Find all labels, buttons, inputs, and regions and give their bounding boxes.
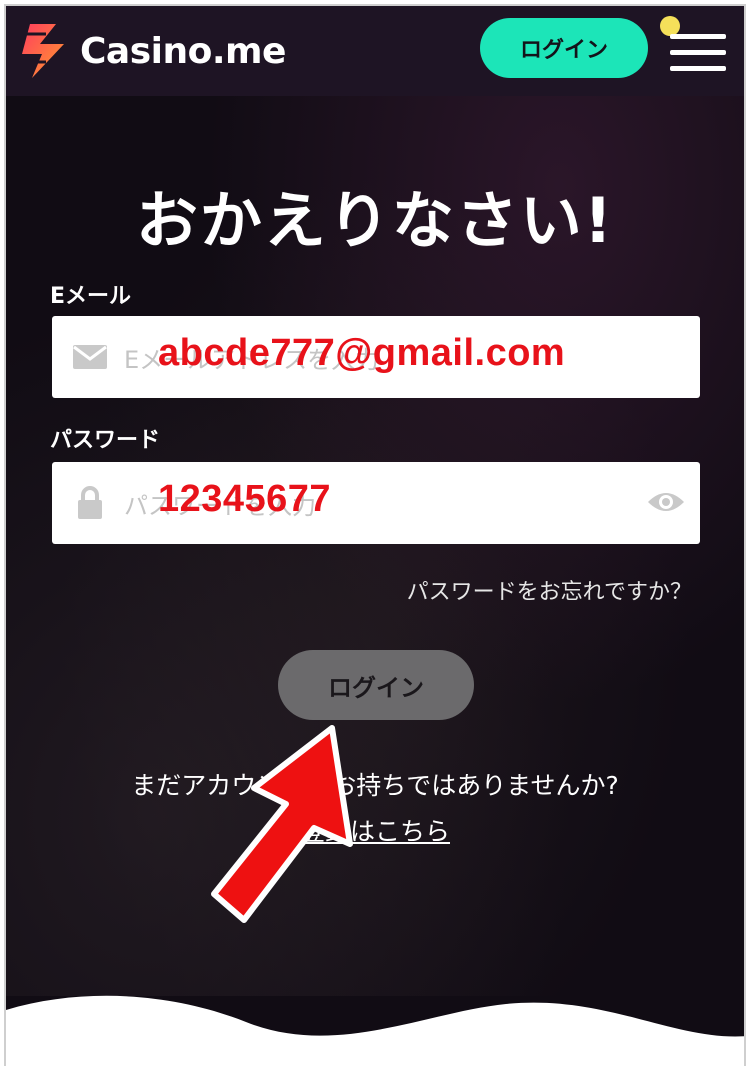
hamburger-menu-icon[interactable] xyxy=(670,28,726,72)
app-frame: Casino.me ログイン おかえりなさい! Eメール Eメールアドレスを入力… xyxy=(4,4,746,1066)
logo-text: Casino.me xyxy=(80,30,286,72)
email-field[interactable]: Eメールアドレスを入力 abcde777@gmail.com xyxy=(52,316,700,398)
forgot-password-link[interactable]: パスワードをお忘れですか？ xyxy=(407,574,692,606)
logo[interactable]: Casino.me xyxy=(16,18,286,84)
password-label: パスワード xyxy=(50,428,161,453)
red-arrow-annotation-icon xyxy=(211,725,353,923)
bottom-wave-divider xyxy=(6,995,744,1066)
envelope-icon xyxy=(73,345,107,369)
password-field[interactable]: パスワードを入力 12345677 xyxy=(52,462,700,544)
email-label: Eメール xyxy=(50,284,132,309)
eye-icon[interactable] xyxy=(646,484,686,520)
page-title: おかえりなさい! xyxy=(135,184,615,257)
lightning-logo-icon xyxy=(22,24,64,78)
lock-icon xyxy=(78,486,102,519)
password-value: 12345677 xyxy=(158,478,332,520)
header-login-button[interactable]: ログイン xyxy=(480,18,648,78)
login-submit-button[interactable]: ログイン xyxy=(278,650,474,720)
top-header: Casino.me ログイン xyxy=(6,6,744,96)
email-value: abcde777@gmail.com xyxy=(158,332,566,374)
